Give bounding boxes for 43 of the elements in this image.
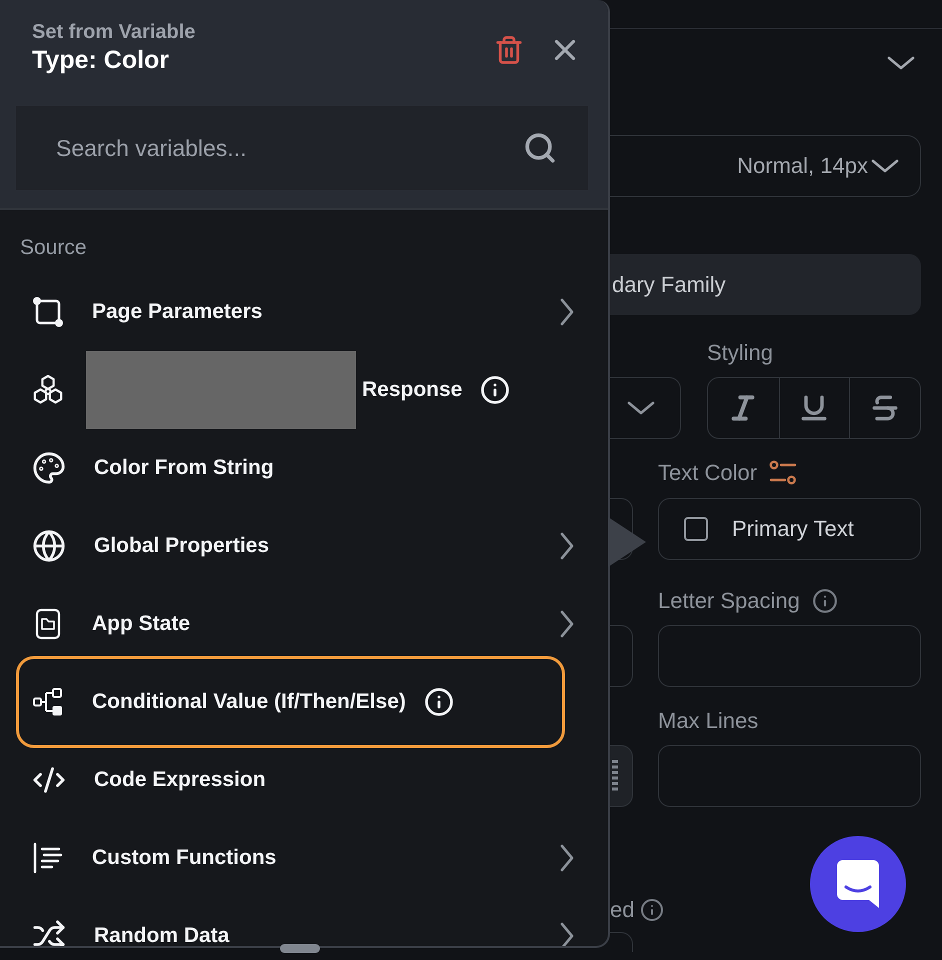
chevron-down-icon[interactable]	[886, 55, 916, 71]
input-field[interactable]	[658, 745, 921, 807]
source-item[interactable]: Random Data	[16, 897, 592, 946]
color-field[interactable]: Primary Text	[658, 498, 921, 560]
input-field[interactable]	[610, 745, 633, 807]
source-item[interactable]: Global Properties	[16, 507, 592, 585]
search-icon[interactable]	[523, 131, 557, 165]
font-family-field[interactable]: dary Family	[610, 254, 921, 315]
sliders-icon[interactable]	[769, 460, 798, 486]
field-label: Text Color	[658, 460, 758, 486]
field-label: Max Lines	[658, 708, 760, 734]
source-item[interactable]: Page Parameters	[16, 273, 592, 351]
text-lines-icon	[32, 842, 64, 874]
color-swatch-icon	[684, 517, 708, 541]
popup-title: Type: Color	[32, 45, 170, 76]
palette-icon	[32, 451, 66, 485]
input-field[interactable]	[610, 498, 633, 560]
branch-icon	[32, 686, 64, 718]
drag-handle[interactable]	[280, 944, 320, 953]
chat-bubble-icon	[837, 860, 879, 908]
grip-icon	[612, 760, 618, 792]
source-item[interactable]: Response	[16, 351, 592, 429]
square-nodes-icon	[32, 296, 64, 328]
font-select[interactable]: Normal, 14px	[610, 135, 921, 197]
section-label: Source	[20, 236, 87, 260]
trash-icon	[494, 35, 524, 65]
popup-subtitle: Set from Variable	[32, 20, 196, 44]
shuffle-icon	[32, 919, 66, 946]
hexagon-cluster-icon	[32, 374, 64, 406]
input-field[interactable]	[610, 932, 633, 952]
input-field[interactable]	[658, 625, 921, 687]
chevron-down-icon	[870, 158, 900, 174]
globe-icon	[32, 529, 66, 563]
field-label: Letter Spacing	[658, 588, 800, 614]
source-item[interactable]: Color From String	[16, 429, 592, 507]
input-field[interactable]	[610, 625, 633, 687]
search-field[interactable]: Search variables...	[16, 106, 588, 190]
chevron-down-icon	[626, 400, 656, 416]
field-label: Styling	[707, 340, 774, 366]
source-item[interactable]: Custom Functions	[16, 819, 592, 897]
source-item[interactable]: Conditional Value (If/Then/Else)	[16, 656, 565, 748]
dropdown-field[interactable]	[610, 377, 681, 439]
field-label: ed	[610, 897, 634, 923]
